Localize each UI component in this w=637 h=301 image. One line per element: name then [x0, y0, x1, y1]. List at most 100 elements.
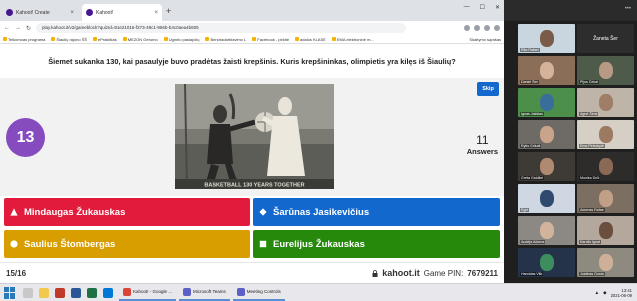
bookmark-icon: [93, 37, 98, 41]
diamond-icon: [259, 208, 267, 216]
tab-kahoot[interactable]: Kahoot! ×: [82, 4, 162, 21]
participant-name: Ema Peleckytė: [579, 144, 605, 148]
participant-tile[interactable]: Haroldas Vitk: [518, 248, 575, 277]
participant-video: [540, 126, 554, 143]
participant-video: [599, 126, 613, 143]
participant-tile[interactable]: Rytis Grikalt: [518, 120, 575, 149]
participant-tile[interactable]: Agnė Šimk: [577, 88, 634, 117]
participant-name: Daniel Šer: [520, 80, 539, 84]
answer-blue[interactable]: Šarūnas Jasikevičius: [253, 198, 500, 226]
start-icon[interactable]: [4, 286, 16, 299]
chrome-icon: [123, 287, 131, 296]
participant-name: Audėja Adoma: [520, 240, 546, 244]
answers-number: 11: [476, 133, 489, 147]
maximize-icon[interactable]: ☐: [480, 4, 485, 11]
reading-list[interactable]: Skaitymo sąrašas: [469, 37, 501, 42]
answer-yellow[interactable]: Saulius Štombergas: [4, 230, 250, 258]
participant-tile[interactable]: Eglė: [518, 184, 575, 213]
countdown-timer: 13: [6, 118, 45, 157]
answers-label: Answers: [466, 147, 498, 156]
participant-video: [540, 158, 554, 175]
answer-text: Eurelijus Žukauskas: [273, 238, 365, 250]
url-field[interactable]: play.kahoot.it/v2/gameblock?quizId=91e21…: [36, 23, 407, 33]
bookmark[interactable]: ePraktikas: [93, 37, 117, 42]
bookmark[interactable]: adalos KLASE: [295, 37, 326, 42]
bookmark[interactable]: Šiaulių rajono ŠŠ: [51, 37, 87, 42]
game-pin-area: kahoot.it Game PIN: 7679211: [372, 268, 498, 278]
taskbar-app-teams[interactable]: Microsoft Teams: [179, 285, 230, 301]
close-tab-icon[interactable]: ×: [70, 10, 74, 16]
participant-tile[interactable]: Karolis Ignat: [577, 216, 634, 245]
question-image: BASKETBALL 130 YEARS TOGETHER: [175, 84, 334, 189]
bookmark-icon: [295, 37, 300, 41]
game-footer: 15/16 kahoot.it Game PIN: 7679211: [0, 262, 504, 283]
basketball-photo-illustration: BASKETBALL 130 YEARS TOGETHER: [175, 84, 334, 189]
participant-tile[interactable]: Greta Galdikė: [518, 152, 575, 181]
participant-tile[interactable]: Ema Peleckytė: [577, 120, 634, 149]
answer-text: Mindaugas Žukauskas: [24, 206, 126, 218]
question-title: Šiemet sukanka 130, kai pasaulyje buvo p…: [0, 45, 504, 78]
excel-icon[interactable]: [87, 287, 97, 298]
forward-icon[interactable]: →: [15, 25, 21, 31]
participant-tile[interactable]: Rita Rafael: [518, 24, 575, 53]
participant-name: Rytis Grikalt: [520, 144, 542, 148]
lock-icon: [372, 269, 378, 277]
teams-video-panel: ••• Rita Rafael Žaneta Šer Daniel Šer Pi…: [504, 0, 637, 283]
clock[interactable]: 13:41 2021-06-09: [611, 288, 632, 298]
menu-icon[interactable]: [494, 25, 500, 31]
file-explorer-icon[interactable]: [39, 287, 49, 298]
new-tab-button[interactable]: +: [166, 6, 171, 16]
participant-tile[interactable]: Žaneta Šer: [577, 24, 634, 53]
bookmark-icon: [163, 37, 168, 41]
minimize-icon[interactable]: —: [464, 4, 470, 11]
answer-red[interactable]: Mindaugas Žukauskas: [4, 198, 250, 226]
question-stage: BASKETBALL 130 YEARS TOGETHER 13 Skip 11…: [0, 78, 504, 196]
skip-button[interactable]: Skip: [477, 82, 499, 96]
bookmark-icon: [252, 37, 257, 41]
participant-tile[interactable]: Adomas Rafae: [577, 184, 634, 213]
reload-icon[interactable]: ↻: [26, 25, 31, 32]
participant-tile[interactable]: Daniel Šer: [518, 56, 575, 85]
participant-tile[interactable]: Monika Drūt: [577, 152, 634, 181]
participant-tile[interactable]: Justinas Gusta: [577, 248, 634, 277]
bookmark[interactable]: Ugnelo paslapčių: [163, 37, 199, 42]
participant-video: [540, 94, 554, 111]
participant-video: [540, 190, 554, 207]
bookmark[interactable]: Telkomoas programa: [3, 37, 45, 42]
edge-icon[interactable]: [103, 287, 113, 298]
extension-icon[interactable]: [474, 25, 480, 31]
word-icon[interactable]: [71, 287, 81, 298]
more-options-icon[interactable]: •••: [625, 6, 631, 12]
participant-name: Pijus Čekai: [579, 80, 599, 84]
bookmark-icon: [331, 37, 336, 41]
participant-name: Justinas Gusta: [579, 272, 605, 276]
volume-icon[interactable]: ◆: [603, 290, 606, 296]
bookmark[interactable]: EMA elektroninė m...: [331, 37, 374, 42]
bookmark[interactable]: Bendradarbiavimo L: [205, 37, 246, 42]
close-tab-icon[interactable]: ×: [154, 10, 158, 16]
participant-tile[interactable]: Audėja Adoma: [518, 216, 575, 245]
taskbar-app-chrome[interactable]: Kahoot! - Google ...: [119, 285, 177, 301]
participant-video: [540, 62, 554, 79]
back-icon[interactable]: ←: [4, 25, 10, 31]
network-icon[interactable]: ▲: [595, 290, 599, 295]
profile-icon[interactable]: [484, 25, 490, 31]
bookmark[interactable]: MEZON Gerumo: [122, 37, 158, 42]
participant-video: [540, 222, 554, 239]
powerpoint-icon[interactable]: [55, 287, 65, 298]
tab-label: Kahoot! Create: [16, 9, 50, 16]
bookmark-icon: [122, 37, 127, 41]
game-pin-label: Game PIN:: [423, 268, 464, 278]
tab-kahoot-create[interactable]: Kahoot! Create ×: [2, 4, 78, 21]
star-icon[interactable]: [464, 25, 470, 31]
tab-bar: Kahoot! Create × Kahoot! × + — ☐ ✕: [0, 0, 504, 21]
teams-header: •••: [504, 0, 637, 21]
taskbar-app-meeting-controls[interactable]: Meeting Controls: [232, 285, 285, 301]
participant-tile[interactable]: Ignas Jakštas: [518, 88, 575, 117]
bookmark[interactable]: Facebook - pirkite: [252, 37, 289, 42]
participant-tile[interactable]: Pijus Čekai: [577, 56, 634, 85]
kahoot-favicon-icon: [6, 9, 13, 16]
close-window-icon[interactable]: ✕: [495, 4, 500, 11]
search-icon[interactable]: [23, 287, 33, 298]
answer-green[interactable]: Eurelijus Žukauskas: [253, 230, 500, 258]
